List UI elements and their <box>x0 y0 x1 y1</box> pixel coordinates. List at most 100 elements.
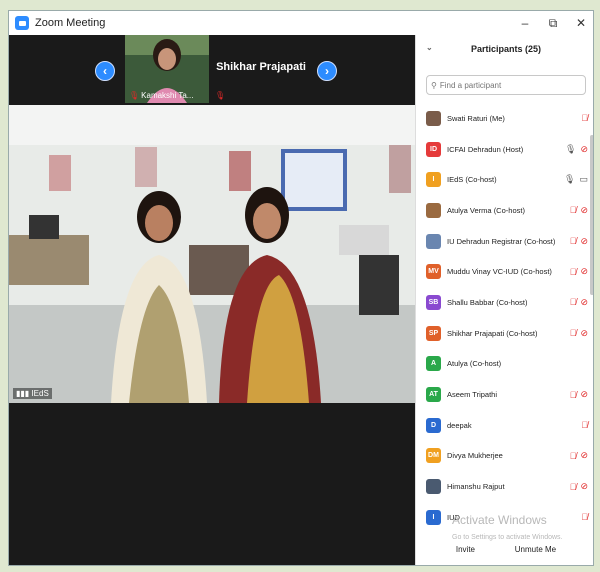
participant-row[interactable]: AT Aseem Tripathi 🎙̸ ⊘ <box>416 379 593 410</box>
thumbnail-name: Kamakshi Ta... <box>141 91 194 100</box>
muted-mic-icon: 🎙̸ <box>581 420 588 431</box>
muted-mic-icon: 🎙 <box>215 91 226 100</box>
participant-search[interactable]: ⚲ <box>426 75 586 95</box>
participant-row[interactable]: A Atulya (Co-host) <box>416 349 593 380</box>
muted-mic-icon: 🎙̸ <box>569 450 577 461</box>
minimize-button[interactable]: – <box>511 11 539 35</box>
video-off-icon: ⊘ <box>580 450 588 461</box>
avatar <box>426 233 441 249</box>
avatar: I <box>426 509 441 525</box>
participant-row[interactable]: Ddeepak 🎙̸ <box>416 410 593 441</box>
video-off-icon: ⊘ <box>580 389 588 400</box>
search-input[interactable] <box>439 80 580 90</box>
avatar: MV <box>426 264 441 280</box>
avatar: D <box>426 417 441 433</box>
search-icon: ⚲ <box>431 80 437 90</box>
participant-name: Swati Raturi (Me) <box>447 113 505 123</box>
participant-name: Shikhar Prajapati (Co-host) <box>447 328 538 338</box>
invite-button[interactable]: Invite <box>449 541 481 557</box>
participant-name: Aseem Tripathi <box>447 390 498 400</box>
video-off-icon: ⊘ <box>580 481 588 492</box>
participant-name: Atulya (Co-host) <box>447 359 502 369</box>
video-name: IEdS <box>31 389 49 398</box>
muted-mic-icon: 🎙̸ <box>569 328 577 339</box>
prev-page-button[interactable]: ‹ <box>95 61 115 81</box>
avatar <box>426 110 441 126</box>
muted-mic-icon: 🎙̸ <box>569 205 577 216</box>
next-page-button[interactable]: › <box>317 61 337 81</box>
participant-row[interactable]: DM Divya Mukherjee 🎙̸ ⊘ <box>416 441 593 472</box>
avatar <box>426 479 441 495</box>
speaker-mic: 🎙 <box>215 91 225 100</box>
main-video[interactable]: ▮▮▮ IEdS <box>9 105 415 403</box>
avatar: I <box>426 172 441 188</box>
participant-name: Divya Mukherjee <box>447 451 503 461</box>
avatar: A <box>426 356 441 372</box>
zoom-window: Zoom Meeting – ⧉ ✕ ‹ 🎙 Kamakshi Ta... Sh… <box>8 10 594 566</box>
zoom-logo-icon <box>15 16 29 30</box>
avatar: ID <box>426 141 441 157</box>
video-off-icon: ⊘ <box>580 266 588 277</box>
speaker-name: Shikhar Prajapati <box>216 61 306 73</box>
avatar: AT <box>426 387 441 403</box>
participant-row[interactable]: Atulya Verma (Co-host) 🎙̸ ⊘ <box>416 195 593 226</box>
participant-row[interactable]: MV Muddu Vinay VC-IUD (Co-host) 🎙̸ ⊘ <box>416 256 593 287</box>
avatar <box>426 202 441 218</box>
participant-row[interactable]: SB Shallu Babbar (Co-host) 🎙̸ ⊘ <box>416 287 593 318</box>
participant-row[interactable]: I IEdS (Co-host) 🎙 ▭ <box>416 164 593 195</box>
title-bar: Zoom Meeting – ⧉ ✕ <box>9 11 593 35</box>
video-name-label: ▮▮▮ IEdS <box>13 388 52 399</box>
participant-row[interactable]: Himanshu Rajput 🎙̸ ⊘ <box>416 471 593 502</box>
participant-row[interactable]: IU Dehradun Registrar (Co-host) 🎙̸ ⊘ <box>416 226 593 257</box>
muted-mic-icon: 🎙̸ <box>569 389 577 400</box>
participants-title: Participants (25) <box>470 44 542 54</box>
video-off-icon: ⊘ <box>580 235 588 246</box>
participants-panel: ⌄ Participants (25) ⚲ Swati Raturi (Me) 🎙… <box>415 35 593 565</box>
muted-mic-icon: 🎙̸ <box>569 236 577 247</box>
video-tile-thumbnail[interactable]: 🎙 Kamakshi Ta... <box>125 35 209 103</box>
video-off-icon: ⊘ <box>580 204 588 215</box>
unmute-me-button[interactable]: Unmute Me <box>508 541 563 557</box>
muted-mic-icon: 🎙̸ <box>569 297 577 308</box>
participant-row[interactable]: ID ICFAI Dehradun (Host) 🎙 ⊘ <box>416 134 593 165</box>
participant-name: IEdS (Co-host) <box>447 175 497 185</box>
main-video-scene <box>9 105 415 403</box>
panel-footer: Invite Unmute Me <box>416 531 593 565</box>
video-off-icon: ⊘ <box>580 296 588 307</box>
video-off-icon: ⊘ <box>580 143 588 154</box>
muted-mic-icon: 🎙̸ <box>581 113 588 124</box>
video-icon: ▭ <box>579 174 588 185</box>
thumbnail-label: 🎙 Kamakshi Ta... <box>129 91 193 100</box>
participant-name: deepak <box>447 420 472 430</box>
muted-mic-icon: 🎙 <box>129 91 140 100</box>
participant-row[interactable]: Swati Raturi (Me) 🎙̸ <box>416 103 593 134</box>
avatar: DM <box>426 448 441 464</box>
activate-windows-title: Activate Windows <box>452 513 547 527</box>
collapse-chevron-icon[interactable]: ⌄ <box>426 43 433 52</box>
avatar: SP <box>426 325 441 341</box>
window-title: Zoom Meeting <box>35 17 106 29</box>
participant-name: ICFAI Dehradun (Host) <box>447 144 524 154</box>
participant-row[interactable]: SP Shikhar Prajapati (Co-host) 🎙̸ ⊘ <box>416 318 593 349</box>
video-tile-speaker[interactable]: Shikhar Prajapati 🎙 <box>211 35 311 103</box>
muted-mic-icon: 🎙̸ <box>569 481 577 492</box>
video-area: ‹ 🎙 Kamakshi Ta... Shikhar Prajapati 🎙 ›… <box>9 35 415 565</box>
muted-mic-icon: 🎙̸ <box>569 266 577 277</box>
mic-icon: 🎙 <box>565 143 577 154</box>
close-button[interactable]: ✕ <box>567 11 593 35</box>
scrollbar[interactable] <box>590 135 593 295</box>
participant-name: Shallu Babbar (Co-host) <box>447 297 528 307</box>
video-off-icon: ⊘ <box>580 327 588 338</box>
participants-header: ⌄ Participants (25) <box>416 35 593 63</box>
participant-name: Himanshu Rajput <box>447 482 505 492</box>
thumbnail-strip: ‹ 🎙 Kamakshi Ta... Shikhar Prajapati 🎙 › <box>9 35 415 105</box>
participant-name: Muddu Vinay VC-IUD (Co-host) <box>447 267 552 277</box>
maximize-button[interactable]: ⧉ <box>539 11 567 35</box>
signal-icon: ▮▮▮ <box>16 389 32 398</box>
avatar: SB <box>426 294 441 310</box>
participant-list: Swati Raturi (Me) 🎙̸ ID ICFAI Dehradun (Hos… <box>416 103 593 533</box>
muted-mic-icon: 🎙̸ <box>581 512 588 523</box>
participant-name: IU Dehradun Registrar (Co-host) <box>447 236 556 246</box>
mic-icon: 🎙 <box>564 174 576 185</box>
participant-name: Atulya Verma (Co-host) <box>447 205 525 215</box>
